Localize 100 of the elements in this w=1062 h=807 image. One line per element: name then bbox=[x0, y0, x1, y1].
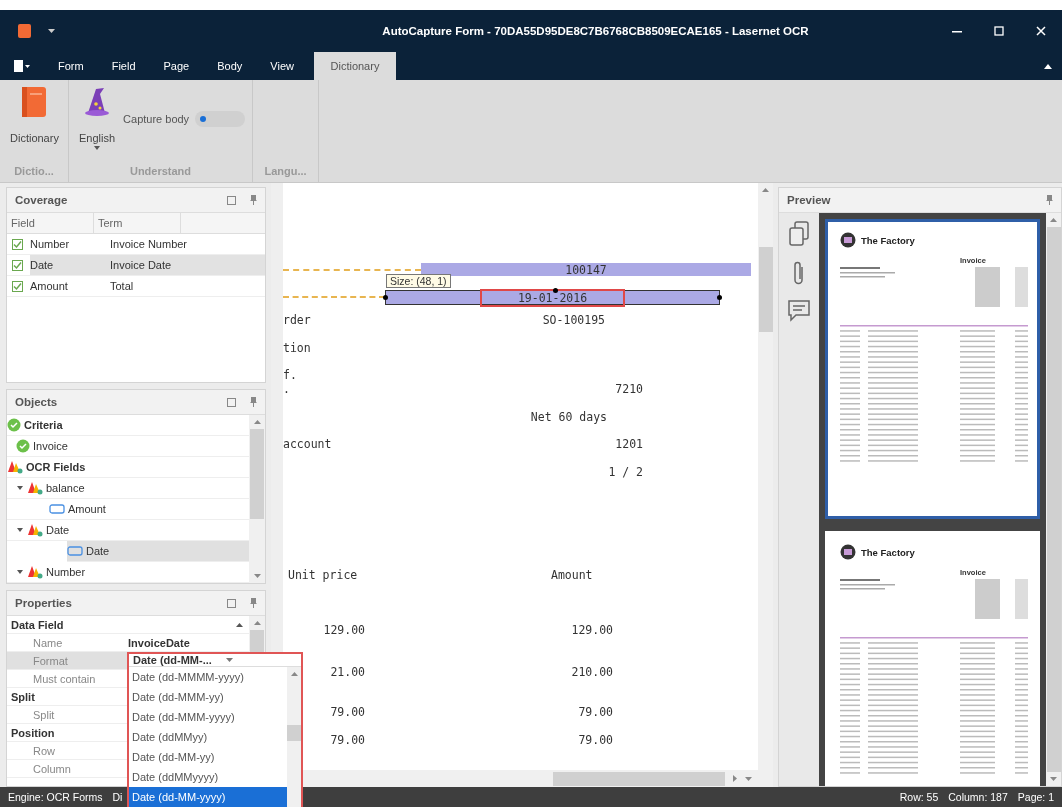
pin-icon[interactable] bbox=[1046, 195, 1053, 205]
tree-item[interactable]: Date bbox=[67, 541, 249, 562]
collapse-icon[interactable] bbox=[236, 622, 243, 627]
comment-icon[interactable] bbox=[787, 299, 811, 323]
tree-item[interactable]: Number bbox=[7, 562, 249, 583]
document-text: 1 / 2 bbox=[608, 464, 643, 479]
app-icon[interactable] bbox=[18, 24, 31, 38]
dropdown-option[interactable]: Date (dd-MMMM-yyyy) bbox=[129, 667, 287, 687]
table-cell-text: Invoice Date bbox=[109, 259, 172, 271]
field-region[interactable]: 100147 bbox=[421, 263, 751, 276]
scrollbar-thumb[interactable] bbox=[758, 247, 773, 332]
status-text: Column: 187 bbox=[948, 791, 1008, 803]
table-cell-text: Invoice Number bbox=[109, 238, 188, 250]
tree-item[interactable]: balance bbox=[7, 478, 249, 499]
document-text: f. bbox=[283, 368, 297, 382]
scrollbar[interactable] bbox=[287, 667, 301, 807]
dropdown-option[interactable]: Date (dd-MMM-yyyy) bbox=[129, 707, 287, 727]
tree-item[interactable]: Invoice bbox=[7, 436, 249, 457]
chevron-icon[interactable] bbox=[16, 484, 24, 492]
document-text: SO-100195 bbox=[542, 313, 605, 327]
property-value[interactable]: InvoiceDate bbox=[128, 636, 190, 649]
scroll-down-icon[interactable] bbox=[253, 574, 261, 578]
checkbox[interactable] bbox=[12, 280, 23, 292]
dropdown-option[interactable]: Date (dd-MM-yy) bbox=[129, 747, 287, 767]
scrollbar[interactable] bbox=[249, 415, 265, 583]
field-region[interactable]: 19-01-2016 bbox=[385, 290, 720, 305]
checkbox[interactable] bbox=[12, 259, 23, 271]
property-name: Column bbox=[32, 762, 72, 775]
panel-title: Coverage bbox=[15, 194, 69, 206]
column-header[interactable]: Field bbox=[7, 213, 94, 233]
restore-icon[interactable] bbox=[227, 397, 236, 407]
scrollbar-thumb[interactable] bbox=[553, 771, 725, 786]
document-text: account bbox=[283, 437, 332, 451]
ribbon-tab[interactable]: View bbox=[256, 52, 308, 80]
checkbox[interactable] bbox=[12, 238, 23, 250]
document-text: . bbox=[283, 382, 290, 396]
shapes-icon bbox=[7, 460, 23, 474]
caret-icon bbox=[94, 146, 101, 150]
ribbon-tab[interactable]: Page bbox=[149, 52, 204, 80]
scrollbar-thumb[interactable] bbox=[250, 429, 264, 519]
scroll-up-icon[interactable] bbox=[253, 621, 261, 625]
dictionary-button[interactable]: Dictionary bbox=[6, 86, 63, 144]
ribbon-tab[interactable]: Form bbox=[44, 52, 98, 80]
property-name: Split bbox=[32, 708, 56, 721]
property-name: Format bbox=[32, 654, 69, 667]
document-text: Amount bbox=[551, 568, 593, 582]
document-text: 79.00 bbox=[578, 705, 613, 719]
check-circle-icon bbox=[16, 439, 30, 453]
ribbon-group-label: Dictio... bbox=[13, 165, 55, 179]
scroll-down-icon[interactable] bbox=[745, 776, 752, 781]
scroll-up-icon[interactable] bbox=[290, 672, 298, 676]
scrollbar-thumb[interactable] bbox=[287, 725, 301, 741]
scrollbar[interactable] bbox=[758, 183, 773, 770]
document-text: tion bbox=[283, 340, 311, 355]
chevron-icon[interactable] bbox=[16, 526, 24, 534]
status-text: Engine: OCR Forms bbox=[8, 791, 103, 803]
company-name: The Factory bbox=[861, 234, 915, 246]
format-combobox[interactable]: Date (dd-MM-... bbox=[129, 654, 301, 667]
dropdown-option[interactable]: Date (dd-MM-yyyy) bbox=[129, 787, 287, 807]
dropdown-option[interactable]: Date (ddMMyy) bbox=[129, 727, 287, 747]
pin-icon[interactable] bbox=[250, 397, 257, 407]
scroll-up-icon[interactable] bbox=[253, 420, 261, 424]
column-header[interactable]: Term bbox=[94, 213, 181, 233]
tree-item[interactable]: Amount bbox=[7, 499, 249, 520]
caret-icon[interactable] bbox=[48, 29, 55, 33]
panel-title: Objects bbox=[15, 396, 59, 408]
collapse-ribbon-icon[interactable] bbox=[1044, 63, 1052, 69]
chevron-icon[interactable] bbox=[16, 568, 24, 576]
toggle-label: Capture body bbox=[123, 113, 190, 125]
ribbon-group-label: Langu... bbox=[263, 165, 308, 179]
section-header[interactable]: Data Field bbox=[11, 618, 236, 631]
ribbon-tab[interactable]: Field bbox=[97, 52, 150, 80]
restore-icon[interactable] bbox=[227, 598, 236, 608]
scroll-down-icon[interactable] bbox=[1050, 777, 1057, 781]
language-dropdown[interactable]: English bbox=[75, 86, 120, 150]
dropdown-option[interactable]: Date (dd-MMM-yy) bbox=[129, 687, 287, 707]
document-text: 210.00 bbox=[571, 665, 613, 679]
scroll-up-icon[interactable] bbox=[1050, 218, 1057, 222]
ribbon-tab[interactable]: Dictionary bbox=[313, 52, 396, 80]
status-text: Di bbox=[112, 791, 123, 803]
caret-icon[interactable] bbox=[225, 658, 233, 662]
pages-icon[interactable] bbox=[788, 221, 810, 247]
tree-item[interactable]: Criteria bbox=[7, 415, 249, 436]
pin-icon[interactable] bbox=[250, 195, 257, 205]
table-cell-text: Number bbox=[30, 238, 71, 250]
panel-title: Properties bbox=[15, 597, 73, 609]
restore-icon[interactable] bbox=[227, 195, 236, 205]
scroll-up-icon[interactable] bbox=[762, 188, 769, 192]
document-text: 1201 bbox=[615, 437, 643, 451]
paperclip-icon[interactable] bbox=[792, 259, 806, 287]
table-cell-text: Amount bbox=[30, 280, 69, 292]
toggle-switch[interactable] bbox=[195, 111, 246, 127]
table-cell-text: Date bbox=[30, 259, 55, 271]
wizard-hat-icon bbox=[84, 86, 111, 118]
pin-icon[interactable] bbox=[250, 598, 257, 608]
tree-item[interactable]: OCR Fields bbox=[7, 457, 249, 478]
ribbon-tab[interactable]: Body bbox=[203, 52, 257, 80]
logo-icon bbox=[840, 544, 856, 560]
scroll-right-icon[interactable] bbox=[733, 775, 737, 782]
dropdown-option[interactable]: Date (ddMMyyyy) bbox=[129, 767, 287, 787]
